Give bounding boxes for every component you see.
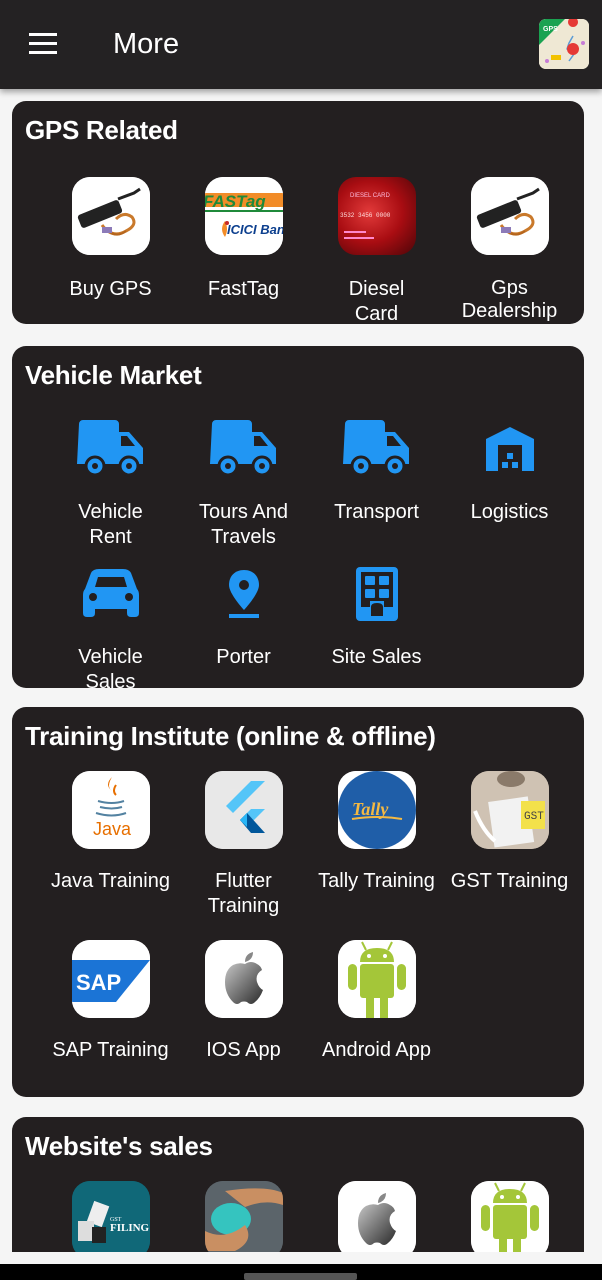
item-tours-and-travels[interactable]: Tours And Travels: [177, 410, 310, 550]
truck-icon: [72, 410, 150, 488]
hamburger-menu-icon[interactable]: [26, 30, 60, 58]
item-flutter-training[interactable]: Flutter Training: [177, 771, 310, 919]
item-label: Transport: [334, 501, 419, 523]
svg-text:Java: Java: [93, 819, 132, 839]
item-tally-training[interactable]: Tally Tally Training: [310, 771, 443, 894]
item-ios-app[interactable]: IOS App: [177, 940, 310, 1063]
page-title: More: [113, 28, 180, 60]
item-label: Logistics: [470, 501, 549, 523]
section-title: Training Institute (online & offline): [25, 721, 436, 751]
item-buy-gps[interactable]: Buy GPS: [44, 177, 177, 302]
item-java-training[interactable]: Java Java Training: [44, 771, 177, 894]
item-logistics[interactable]: Logistics: [443, 410, 576, 525]
gps-tracker-device-image: [470, 177, 549, 255]
item-ios-website[interactable]: [310, 1181, 443, 1252]
content-scroll-area[interactable]: GPS Related Buy GPS FASTag ICICI Ba Fast…: [0, 89, 602, 1252]
svg-text:3532 3456 0000: 3532 3456 0000: [340, 212, 391, 219]
svg-text:SAP: SAP: [76, 970, 121, 995]
section-title: Website's sales: [25, 1131, 213, 1161]
fastag-icici-image: FASTag ICICI Bank: [204, 177, 283, 255]
item-data-hands[interactable]: [177, 1181, 310, 1252]
building-icon: [338, 555, 416, 633]
car-icon: [72, 555, 150, 633]
item-label: Android App: [322, 1039, 431, 1061]
section-title: Vehicle Market: [25, 360, 202, 390]
svg-text:DIESEL CARD: DIESEL CARD: [350, 193, 390, 199]
item-vehicle-sales[interactable]: Vehicle Sales: [44, 555, 177, 695]
location-pin-icon: [205, 555, 283, 633]
item-label: IOS App: [206, 1039, 281, 1061]
item-label: GST Training: [450, 870, 569, 892]
android-logo: [337, 940, 416, 1018]
truck-icon: [205, 410, 283, 488]
svg-text:ICICI Bank: ICICI Bank: [227, 222, 283, 237]
item-gst-training[interactable]: GST GST Training: [443, 771, 576, 894]
section-vehicle-market: Vehicle Market Vehicle Rent Tours And Tr…: [12, 346, 584, 693]
apple-logo: [337, 1181, 416, 1252]
item-android-website[interactable]: [443, 1181, 576, 1252]
item-label: Site Sales: [331, 646, 422, 668]
item-label: Flutter Training: [207, 870, 280, 917]
app-logo-icon[interactable]: GPS: [539, 19, 589, 69]
svg-text:GST: GST: [524, 811, 544, 823]
section-training-institute: Training Institute (online & offline) Ja…: [12, 707, 584, 1097]
item-label: Diesel Card: [348, 278, 405, 325]
item-label: SAP Training: [52, 1039, 169, 1061]
java-logo: Java: [71, 771, 150, 849]
item-fasttag[interactable]: FASTag ICICI Bank FastTag: [177, 177, 310, 302]
diesel-card-image: DIESEL CARD 3532 3456 0000: [337, 177, 416, 255]
item-site-sales[interactable]: Site Sales: [310, 555, 443, 670]
system-navigation-bar: [0, 1264, 602, 1280]
item-label: Vehicle Sales: [78, 646, 143, 693]
svg-text:FILING: FILING: [110, 1222, 150, 1234]
svg-text:Tally: Tally: [352, 799, 389, 819]
item-label: Java Training: [51, 870, 170, 892]
home-gesture-handle[interactable]: [244, 1273, 357, 1280]
item-vehicle-rent[interactable]: Vehicle Rent: [44, 410, 177, 550]
item-sap-training[interactable]: SAP SAP Training: [44, 940, 177, 1063]
app-bar: More GPS: [0, 0, 602, 89]
item-gst-filing[interactable]: GST FILING: [44, 1181, 177, 1252]
gps-tracker-device-image: [71, 177, 150, 255]
android-logo: [470, 1181, 549, 1252]
svg-text:GPS: GPS: [543, 26, 558, 33]
item-gps-dealership[interactable]: Gps Dealership: [443, 177, 576, 323]
item-label: Gps Dealership: [461, 277, 558, 322]
item-porter[interactable]: Porter: [177, 555, 310, 670]
item-android-app[interactable]: Android App: [310, 940, 443, 1063]
gst-filing-image: GST FILING: [71, 1181, 150, 1252]
data-hands-image: [204, 1181, 283, 1252]
truck-icon: [338, 410, 416, 488]
item-label: Porter: [216, 646, 271, 668]
item-label: Vehicle Rent: [78, 501, 143, 548]
sap-logo: SAP: [71, 940, 150, 1018]
item-label: Buy GPS: [69, 278, 152, 300]
apple-logo: [204, 940, 283, 1018]
gst-image: GST: [470, 771, 549, 849]
section-gps-related: GPS Related Buy GPS FASTag ICICI Ba Fast…: [12, 101, 584, 327]
section-websites-sales: Website's sales GST FILING: [12, 1117, 584, 1252]
flutter-logo: [204, 771, 283, 849]
warehouse-icon: [471, 410, 549, 488]
item-label: Tally Training: [318, 870, 435, 892]
item-label: Tours And Travels: [199, 501, 288, 548]
item-transport[interactable]: Transport: [310, 410, 443, 525]
section-title: GPS Related: [25, 115, 178, 145]
item-diesel-card[interactable]: DIESEL CARD 3532 3456 0000 Diesel Card: [310, 177, 443, 327]
item-label: FastTag: [207, 278, 280, 300]
svg-text:FASTag: FASTag: [205, 192, 266, 211]
tally-logo: Tally: [337, 771, 416, 849]
